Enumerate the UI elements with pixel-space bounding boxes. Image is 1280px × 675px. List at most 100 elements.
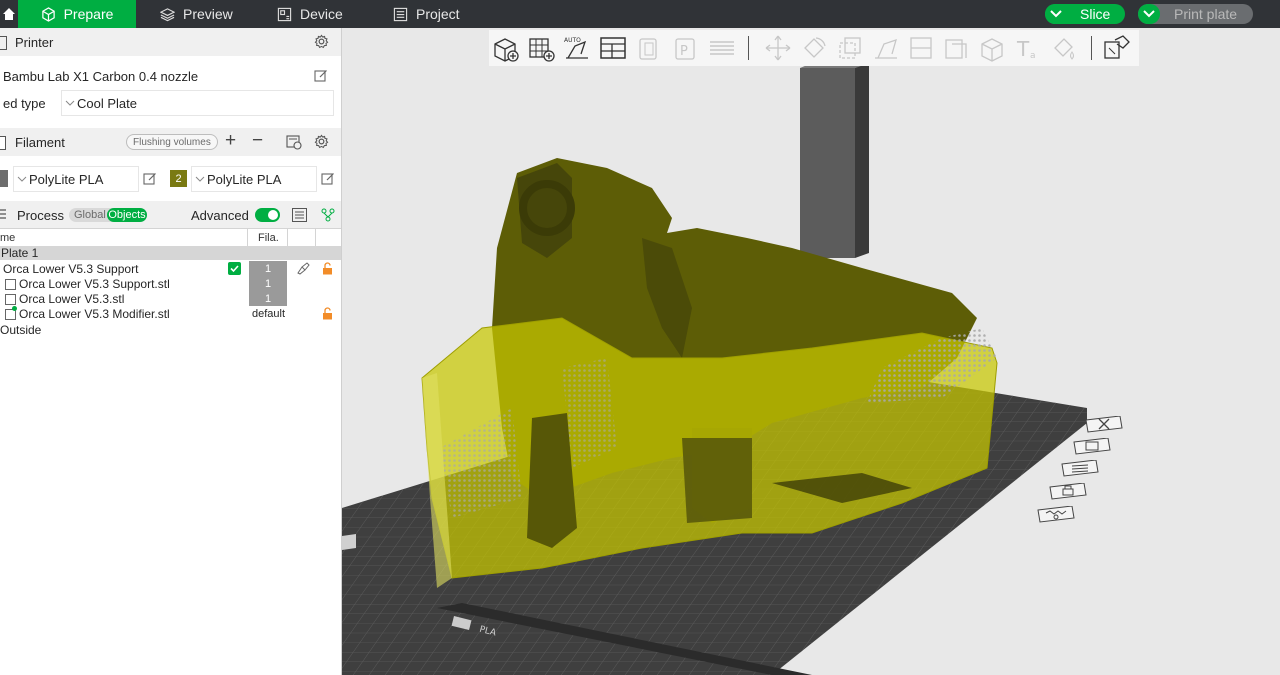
bed-type-value: Cool Plate [77,95,137,111]
column-name[interactable]: me [0,232,15,244]
outside-row[interactable]: Outside [0,322,341,337]
project-icon [393,7,408,21]
tab-label: Device [300,6,343,22]
filament-color-swatch[interactable]: 2 [170,170,187,187]
process-icon [0,208,8,222]
filament-name: PolyLite PLA [207,171,282,187]
remove-filament-icon[interactable]: − [252,130,263,152]
printer-icon [0,36,7,50]
tree-icon[interactable] [321,208,335,222]
table-row[interactable]: Orca Lower V5.3 Support.stl 1 [0,276,341,291]
top-bar: Prepare Preview Device Project Slice Pri… [0,0,1280,28]
svg-text:T: T [1016,37,1030,61]
text-emboss-icon[interactable]: Ta [1014,34,1042,62]
filament-row: PolyLite PLA 2 PolyLite PLA [0,166,341,192]
add-filament-icon[interactable]: + [225,130,236,152]
gear-icon[interactable] [314,34,329,49]
tab-project[interactable]: Project [393,0,460,28]
filament-select-2[interactable]: PolyLite PLA [191,166,317,192]
filament-index[interactable]: 1 [249,261,287,276]
lay-on-face-icon[interactable] [872,34,900,62]
column-divider [315,229,316,247]
bed-type-select[interactable]: Cool Plate [61,90,334,116]
chevron-down-icon [65,99,75,107]
toolbar-divider [1091,36,1092,60]
object-list-header: me Fila. [0,228,341,248]
flushing-volumes-button[interactable]: Flushing volumes [126,134,218,150]
advanced-toggle[interactable] [255,208,280,222]
arrange-all-icon[interactable] [599,34,627,62]
filament-select-1[interactable]: PolyLite PLA [13,166,139,192]
build-plate-scene[interactable]: PLA [342,28,1280,675]
svg-text:P: P [680,44,688,59]
list-icon[interactable] [292,208,307,222]
lock-plate-icon[interactable] [1048,482,1088,501]
add-plate-icon[interactable] [1072,437,1112,456]
toolbar-divider [748,36,749,60]
3d-viewport[interactable]: PLA [342,28,1280,675]
gear-icon[interactable] [314,134,329,149]
support-paint-icon[interactable] [978,34,1006,62]
column-divider [247,229,248,247]
boolean-icon[interactable] [942,34,970,62]
tab-device[interactable]: Device [277,0,343,28]
paint-brush-icon[interactable] [296,262,310,275]
edit-icon[interactable] [314,69,328,83]
chevron-down-icon[interactable] [1138,4,1160,24]
visible-checkbox[interactable] [228,262,241,275]
scale-icon[interactable] [836,34,864,62]
add-object-icon[interactable] [491,34,519,62]
plate-settings-icon[interactable] [1036,505,1076,524]
svg-text:a: a [1030,51,1036,61]
cut-icon[interactable] [907,34,935,62]
filament-section-title: Filament [15,134,65,150]
split-parts-icon[interactable]: P [672,34,700,62]
tab-preview[interactable]: Preview [160,0,233,28]
global-option[interactable]: Global [74,209,106,221]
global-objects-toggle[interactable]: Global Objects [69,208,147,222]
process-section-header: Process Global Objects Advanced [0,201,341,229]
table-row[interactable]: Orca Lower V5.3 Modifier.stl default [0,306,341,321]
color-paint-icon[interactable] [1050,34,1078,62]
add-plate-grid-icon[interactable] [527,34,555,62]
print-plate-label: Print plate [1174,6,1238,22]
tab-prepare[interactable]: Prepare [18,0,136,28]
prime-tower [800,68,855,258]
lock-icon[interactable] [322,307,333,320]
assembly-view-icon[interactable] [1103,34,1131,62]
rotate-icon[interactable] [800,34,828,62]
left-panel: Printer Bambu Lab X1 Carbon 0.4 nozzle e… [0,28,342,675]
printer-section-title: Printer [15,34,54,50]
delete-all-icon[interactable] [1084,415,1124,434]
home-icon[interactable] [0,0,18,28]
printer-row: Bambu Lab X1 Carbon 0.4 nozzle [0,64,341,88]
arrange-icon[interactable] [1060,459,1100,478]
object-name: Orca Lower V5.3 Support [3,261,139,276]
printer-section-header: Printer [0,28,341,56]
filament-color-swatch[interactable] [0,170,8,187]
edit-icon[interactable] [143,172,157,186]
object-name: Orca Lower V5.3 Modifier.stl [19,306,170,321]
chevron-down-icon[interactable] [1045,4,1067,24]
slice-label: Slice [1080,6,1111,22]
printer-name[interactable]: Bambu Lab X1 Carbon 0.4 nozzle [3,69,198,84]
sync-filament-icon[interactable] [286,135,302,150]
auto-orient-icon[interactable]: AUTO [563,34,591,62]
table-row[interactable]: Orca Lower V5.3.stl 1 [0,291,341,306]
edit-icon[interactable] [321,172,335,186]
filament-default[interactable]: default [252,308,285,320]
objects-option[interactable]: Objects [107,208,147,222]
column-fila[interactable]: Fila. [258,232,279,244]
svg-text:AUTO: AUTO [564,37,581,44]
move-icon[interactable] [764,34,792,62]
slice-button[interactable]: Slice [1045,4,1125,24]
process-section-title: Process [17,207,64,223]
filament-index[interactable]: 1 [249,291,287,306]
plate-row[interactable]: Plate 1 [0,246,341,260]
table-row[interactable]: Orca Lower V5.3 Support 1 [0,261,341,276]
filament-index[interactable]: 1 [249,276,287,291]
layers-edit-icon[interactable] [708,34,736,62]
print-plate-button[interactable]: Print plate [1138,4,1253,24]
lock-icon[interactable] [322,262,333,275]
split-objects-icon[interactable] [636,34,664,62]
